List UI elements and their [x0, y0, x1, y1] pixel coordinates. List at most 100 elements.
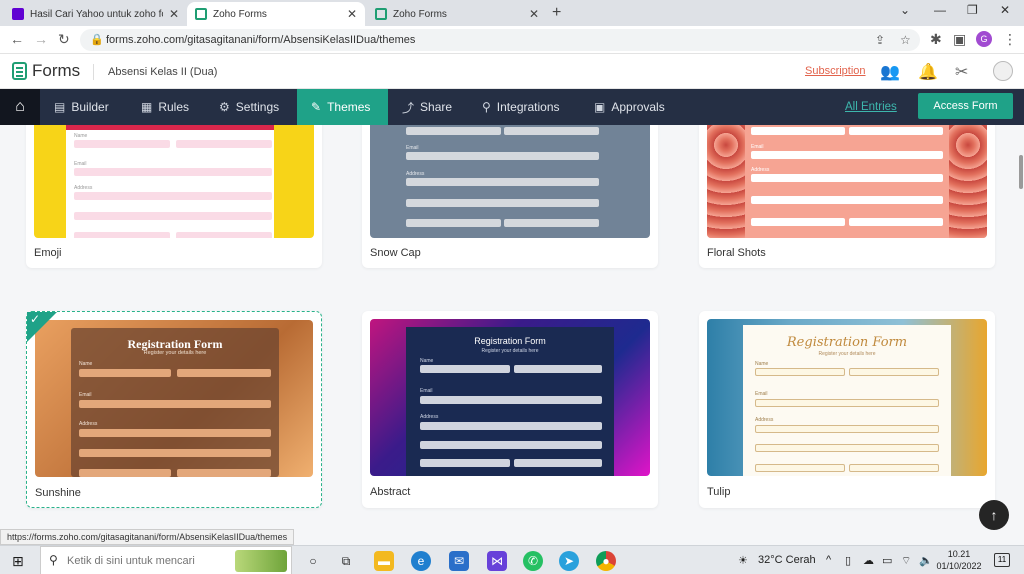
status-bar-url: https://forms.zoho.com/gitasagitanani/fo…: [0, 529, 295, 545]
theme-preview: Email Address: [370, 125, 650, 238]
nav-rules[interactable]: ▦ Rules: [141, 89, 189, 125]
tools-icon[interactable]: ✂: [955, 62, 968, 82]
windows-taskbar: ⊞ ⚲ ○ ⧉ ▬ e ✉ ⋈ ✆ ➤ ● ☀ 32°C Cerah ^ ▯ ☁…: [0, 545, 1024, 574]
mail-icon[interactable]: ✉: [449, 551, 469, 571]
close-tab-icon[interactable]: ✕: [169, 7, 179, 21]
tab-title: Hasil Cari Yahoo untuk zoho form: [30, 8, 163, 20]
forms-logo[interactable]: Forms: [12, 61, 80, 81]
close-tab-icon[interactable]: ✕: [529, 7, 539, 21]
theme-card-emoji[interactable]: Name Email Address Emoji: [26, 125, 322, 268]
nav-share[interactable]: ⤴ Share: [402, 89, 452, 125]
theme-name: Floral Shots: [707, 247, 766, 259]
new-tab-icon[interactable]: +: [552, 4, 561, 22]
scrollbar-thumb[interactable]: [1019, 155, 1023, 189]
url-text: forms.zoho.com/gitasagitanani/form/Absen…: [106, 34, 416, 46]
close-window-icon[interactable]: ✕: [1000, 3, 1010, 17]
search-highlight-image: [235, 550, 287, 572]
user-avatar[interactable]: [993, 61, 1013, 81]
theme-card-tulip[interactable]: Registration Form Register your details …: [699, 311, 995, 508]
windows-start-icon[interactable]: ⊞: [12, 553, 24, 570]
file-explorer-icon[interactable]: ▬: [374, 551, 394, 571]
theme-card-snow-cap[interactable]: Email Address Snow Cap: [362, 125, 658, 268]
browser-tab-zoho-active[interactable]: Zoho Forms ✕: [187, 2, 365, 26]
theme-card-sunshine-selected[interactable]: Registration Form Register your details …: [26, 311, 322, 508]
theme-card-floral-shots[interactable]: Email Address Floral Shots: [699, 125, 995, 268]
tray-battery-icon[interactable]: ▭: [882, 554, 892, 567]
theme-preview: Email Address: [707, 125, 987, 238]
taskbar-search-input[interactable]: [67, 552, 247, 570]
zoho-header: Forms Absensi Kelas II (Dua) Subscriptio…: [0, 54, 1024, 89]
visual-studio-icon[interactable]: ⋈: [487, 551, 507, 571]
browser-tab-zoho[interactable]: Zoho Forms ✕: [367, 2, 547, 26]
weather-icon[interactable]: ☀: [738, 554, 748, 567]
nav-settings[interactable]: ⚙ Settings: [219, 89, 279, 125]
access-form-button[interactable]: Access Form: [918, 93, 1013, 119]
bookmark-star-icon[interactable]: ☆: [900, 33, 911, 47]
app-name: Forms: [32, 61, 81, 80]
close-tab-icon[interactable]: ✕: [347, 7, 357, 21]
home-icon[interactable]: ⌂: [0, 89, 40, 125]
extensions-icon[interactable]: ✱: [930, 31, 942, 48]
side-panel-icon[interactable]: ▣: [953, 31, 966, 48]
themes-grid: Name Email Address Emoji Email Address S…: [0, 125, 1024, 528]
theme-preview: Registration Form Register your details …: [707, 319, 987, 476]
theme-name: Snow Cap: [370, 247, 421, 259]
browser-tab-bar: Hasil Cari Yahoo untuk zoho form ✕ Zoho …: [0, 0, 1024, 26]
share-page-icon[interactable]: ⇪: [875, 33, 885, 47]
address-bar[interactable]: 🔒 forms.zoho.com/gitasagitanani/form/Abs…: [80, 29, 920, 51]
form-name: Absensi Kelas II (Dua): [108, 66, 218, 78]
forward-arrow-icon[interactable]: →: [34, 31, 48, 47]
tray-chevron-icon[interactable]: ^: [826, 554, 831, 566]
checkmark-icon: ✓: [30, 312, 41, 326]
browser-tab-yahoo[interactable]: Hasil Cari Yahoo untuk zoho form ✕: [4, 2, 187, 26]
builder-icon: ▤: [54, 100, 66, 114]
nav-builder[interactable]: ▤ Builder: [54, 89, 109, 125]
weather-text[interactable]: 32°C Cerah: [758, 554, 816, 566]
all-entries-link[interactable]: All Entries: [845, 101, 897, 113]
nav-themes[interactable]: ✎ Themes: [297, 89, 388, 125]
restore-icon[interactable]: ❐: [967, 3, 978, 17]
theme-name: Tulip: [707, 486, 731, 498]
wifi-icon[interactable]: ⌔: [901, 554, 911, 568]
browser-toolbar: ← → ↻ 🔒 forms.zoho.com/gitasagitanani/fo…: [0, 26, 1024, 54]
search-icon: ⚲: [49, 553, 58, 567]
tray-cloud-icon[interactable]: ☁: [863, 554, 874, 567]
telegram-icon[interactable]: ➤: [559, 551, 579, 571]
nav-integrations[interactable]: ⚲ Integrations: [482, 89, 560, 125]
gear-icon: ⚙: [219, 100, 230, 114]
profile-avatar[interactable]: G: [976, 31, 992, 47]
tab-search-chevron-icon[interactable]: ⌄: [900, 3, 910, 17]
volume-icon[interactable]: 🔈: [919, 554, 933, 567]
forms-logo-icon: [12, 62, 27, 80]
theme-preview: Registration Form Register your details …: [35, 320, 313, 477]
menu-dots-icon[interactable]: ⋮: [1003, 31, 1017, 48]
theme-card-abstract[interactable]: Registration Form Register your details …: [362, 311, 658, 508]
bell-icon[interactable]: 🔔: [918, 62, 938, 82]
theme-preview: Name Email Address: [34, 125, 314, 238]
integrations-icon: ⚲: [482, 100, 491, 114]
back-arrow-icon[interactable]: ←: [10, 31, 24, 47]
taskbar-clock[interactable]: 10.21 01/10/2022: [936, 548, 982, 572]
whatsapp-icon[interactable]: ✆: [523, 551, 543, 571]
form-nav-bar: ⌂ ▤ Builder ▦ Rules ⚙ Settings ✎ Themes ⤴ Sha…: [0, 89, 1024, 125]
theme-preview: Registration Form Register your details …: [370, 319, 650, 476]
taskbar-search[interactable]: ⚲: [40, 546, 292, 574]
tray-device-icon[interactable]: ▯: [845, 554, 851, 567]
rules-icon: ▦: [141, 100, 153, 114]
lock-icon: 🔒: [90, 34, 104, 46]
notification-center-icon[interactable]: 11: [994, 553, 1010, 567]
reload-icon[interactable]: ↻: [58, 31, 70, 48]
scroll-to-top-button[interactable]: ↑: [979, 500, 1009, 530]
chrome-icon[interactable]: ●: [596, 551, 616, 571]
edge-icon[interactable]: e: [411, 551, 431, 571]
task-view-icon[interactable]: ⧉: [336, 551, 356, 571]
cortana-icon[interactable]: ○: [303, 551, 323, 571]
minimize-icon[interactable]: —: [934, 3, 946, 17]
nav-approvals[interactable]: ▣ Approvals: [594, 89, 665, 125]
zoho-forms-favicon-icon: [195, 8, 207, 20]
users-icon[interactable]: 👥: [880, 62, 900, 82]
subscription-link[interactable]: Subscription: [805, 65, 866, 77]
yahoo-favicon-icon: [12, 8, 24, 20]
share-icon: ⤴: [402, 100, 415, 115]
tab-title: Zoho Forms: [213, 8, 267, 20]
